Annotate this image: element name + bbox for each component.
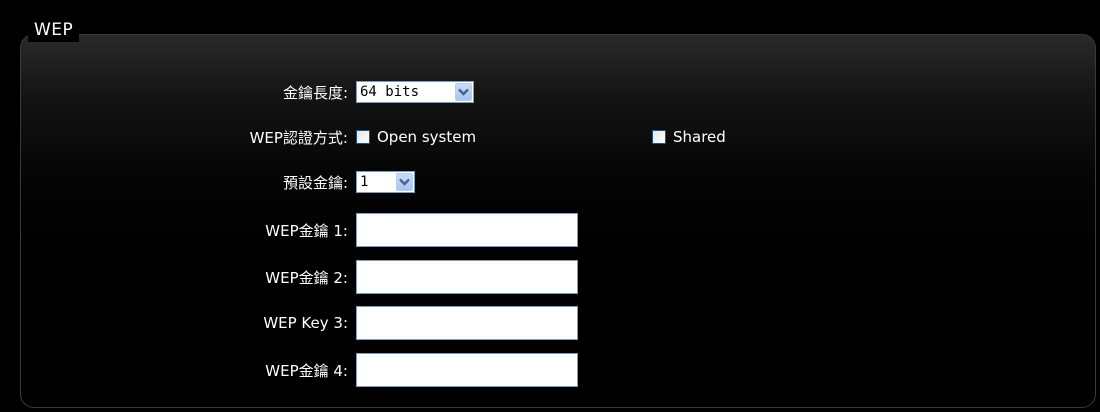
auth-method-row: WEP認證方式: Open system Shared	[0, 120, 1100, 154]
wep-key-3-label: WEP Key 3:	[263, 314, 348, 332]
default-key-row: 預設金鑰: 1	[0, 165, 1100, 199]
section-title: WEP	[28, 18, 80, 42]
wep-key-3-row: WEP Key 3:	[0, 306, 1100, 340]
wep-key-3-input[interactable]	[356, 306, 578, 340]
key-length-value: 64 bits	[360, 84, 420, 100]
key-length-select[interactable]: 64 bits	[356, 81, 474, 103]
wep-key-4-input[interactable]	[356, 353, 578, 387]
default-key-label: 預設金鑰:	[282, 173, 348, 192]
default-key-value: 1	[360, 174, 369, 190]
wep-key-2-label: WEP金鑰 2:	[265, 268, 348, 287]
wep-key-2-row: WEP金鑰 2:	[0, 260, 1100, 294]
default-key-select[interactable]: 1	[356, 171, 415, 193]
wep-key-1-input[interactable]	[356, 213, 578, 247]
shared-label: Shared	[673, 128, 726, 146]
key-length-row: 金鑰長度: 64 bits	[0, 75, 1100, 109]
wep-key-2-input[interactable]	[356, 260, 578, 294]
open-system-label: Open system	[377, 128, 477, 146]
wep-key-1-row: WEP金鑰 1:	[0, 213, 1100, 247]
wep-key-4-row: WEP金鑰 4:	[0, 353, 1100, 387]
wep-key-4-label: WEP金鑰 4:	[265, 361, 348, 380]
key-length-label: 金鑰長度:	[282, 83, 348, 102]
chevron-down-icon[interactable]	[455, 83, 472, 101]
auth-method-label: WEP認證方式:	[249, 128, 348, 147]
chevron-down-icon[interactable]	[396, 173, 413, 191]
wep-key-1-label: WEP金鑰 1:	[265, 221, 348, 240]
open-system-checkbox[interactable]	[356, 130, 370, 144]
shared-checkbox[interactable]	[652, 130, 666, 144]
